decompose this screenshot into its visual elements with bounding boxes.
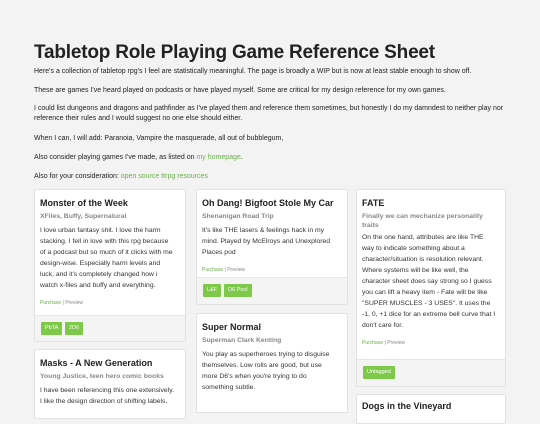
preview-link[interactable]: Preview	[65, 300, 83, 306]
description-line: design-wise. Especially harm levels and	[40, 260, 161, 267]
description-line: I like the design direction of shifting …	[40, 398, 168, 405]
subtitle-line: Finally we can mechanize personality	[362, 213, 483, 220]
description-line: I have been referencing this one extensi…	[40, 387, 175, 394]
card-title: Oh Dang! Bigfoot Stole My Car	[202, 198, 334, 208]
tag-pbta[interactable]: PbTA	[41, 322, 63, 335]
card-description: It's like THE lasers & feelings hack in …	[202, 225, 342, 258]
page-title: Tabletop Role Playing Game Reference She…	[34, 42, 435, 63]
tag-2d6[interactable]: 2D6	[65, 322, 84, 335]
description-line: I love urban fantasy shit. I love the ha…	[40, 227, 161, 234]
card-subtitle: Shenanigan Road Trip	[202, 213, 274, 220]
description-line: of a podcast but so much of it clicks wi…	[40, 249, 173, 256]
card-title: Super Normal	[202, 322, 262, 332]
card-description: I have been referencing this one extensi…	[40, 385, 180, 407]
description-line: "SUPER MUSCLES - 3 USES". It uses the	[362, 300, 491, 307]
description-line: way to indicate something about a	[362, 245, 465, 252]
description-line: themselves. Low rolls are good, but use	[202, 362, 322, 369]
card-title: Dogs in the Vineyard	[362, 401, 452, 411]
description-line: -1, 0, +1 dice for an extreme bell curve…	[362, 311, 496, 318]
card-subtitle: Finally we can mechanize personality tra…	[362, 212, 500, 230]
card-links: Purchase | Preview	[362, 339, 500, 347]
tag-untagged[interactable]: Untagged	[363, 366, 395, 379]
description-line: don't care for.	[362, 322, 403, 329]
purchase-link[interactable]: Purchase	[362, 340, 383, 346]
card-footer: PbTA 2D6	[35, 315, 185, 341]
intro-paragraph-2: These are games I've heard played on pod…	[34, 87, 446, 94]
description-line: On the one hand, attributes are like THE	[362, 234, 484, 241]
description-line: character sheet does say strong so I gue…	[362, 278, 492, 285]
preview-link[interactable]: Preview	[387, 340, 405, 346]
tag-lf[interactable]: L&F	[203, 284, 222, 297]
card-subtitle: Young Justice, teen hero comic books	[40, 373, 164, 380]
description-line: Where systems will be like well, the	[362, 267, 469, 274]
description-line: mind. Played by McElroys and Unexplored	[202, 238, 331, 245]
description-line: more D6's when you're trying to do	[202, 373, 307, 380]
card-subtitle: XFiles, Buffy, Supernatural	[40, 213, 127, 220]
purchase-link[interactable]: Purchase	[40, 300, 61, 306]
game-card-monster-of-the-week: Monster of the Week XFiles, Buffy, Super…	[34, 189, 186, 342]
homepage-link[interactable]: my homepage	[196, 154, 240, 161]
intro-paragraph-5: Also consider playing games I've made, a…	[34, 153, 506, 163]
card-subtitle: Superman Clark Kenting	[202, 337, 282, 344]
description-line: character/situation is resolution releva…	[362, 256, 484, 263]
subtitle-line: traits	[362, 222, 379, 229]
description-line: It's like THE lasers & feelings hack in …	[202, 227, 325, 234]
card-title: Monster of the Week	[40, 198, 128, 208]
tag-d6-pool[interactable]: D6 Pool	[224, 284, 252, 297]
intro-paragraph-4: When I can, I will add: Paranoia, Vampir…	[34, 135, 284, 142]
description-line: Places pod	[202, 249, 236, 256]
game-card-oh-dang-bigfoot: Oh Dang! Bigfoot Stole My Car Shenanigan…	[196, 189, 348, 305]
description-line: stacking. I fell in love with this rpg b…	[40, 238, 169, 245]
card-title: Masks - A New Generation	[40, 358, 153, 368]
intro-text: Also consider playing games I've made, a…	[34, 154, 197, 161]
card-title: FATE	[362, 198, 385, 208]
ttrpg-resources-link[interactable]: open source ttrpg resources	[121, 173, 208, 180]
card-description: I love urban fantasy shit. I love the ha…	[40, 225, 180, 291]
card-description: On the one hand, attributes are like THE…	[362, 232, 500, 331]
card-links: Purchase | Preview	[202, 266, 342, 274]
card-description: You play as superheroes trying to disgui…	[202, 349, 342, 393]
intro-paragraph-6: Also for your consideration: open source…	[34, 172, 506, 182]
game-card-super-normal: Super Normal Superman Clark Kenting You …	[196, 313, 348, 413]
page: Tabletop Role Playing Game Reference She…	[0, 0, 540, 424]
description-line: luck, and it's completely changed how i	[40, 271, 158, 278]
game-card-masks: Masks - A New Generation Young Justice, …	[34, 349, 186, 419]
description-line: something subtle.	[202, 384, 256, 391]
game-card-fate: FATE Finally we can mechanize personalit…	[356, 189, 506, 387]
preview-link[interactable]: Preview	[227, 267, 245, 273]
intro-text: Also for your consideration:	[34, 173, 121, 180]
intro-paragraph-3: I could list dungeons and dragons and pa…	[34, 105, 504, 122]
purchase-link[interactable]: Purchase	[202, 267, 223, 273]
card-footer: Untagged	[357, 359, 505, 386]
description-line: you can lift a heavy item - Fate will be…	[362, 289, 488, 296]
card-footer: L&F D6 Pool	[197, 277, 347, 304]
card-links: Purchase | Preview	[40, 299, 180, 307]
intro-paragraph-1: Here's a collection of tabletop rpg's I …	[34, 68, 472, 75]
description-line: You play as superheroes trying to disgui…	[202, 351, 330, 358]
intro-text: .	[240, 154, 243, 161]
game-card-dogs-in-the-vineyard: Dogs in the Vineyard	[356, 394, 506, 424]
description-line: watch x-files and buffy and everything.	[40, 282, 156, 289]
